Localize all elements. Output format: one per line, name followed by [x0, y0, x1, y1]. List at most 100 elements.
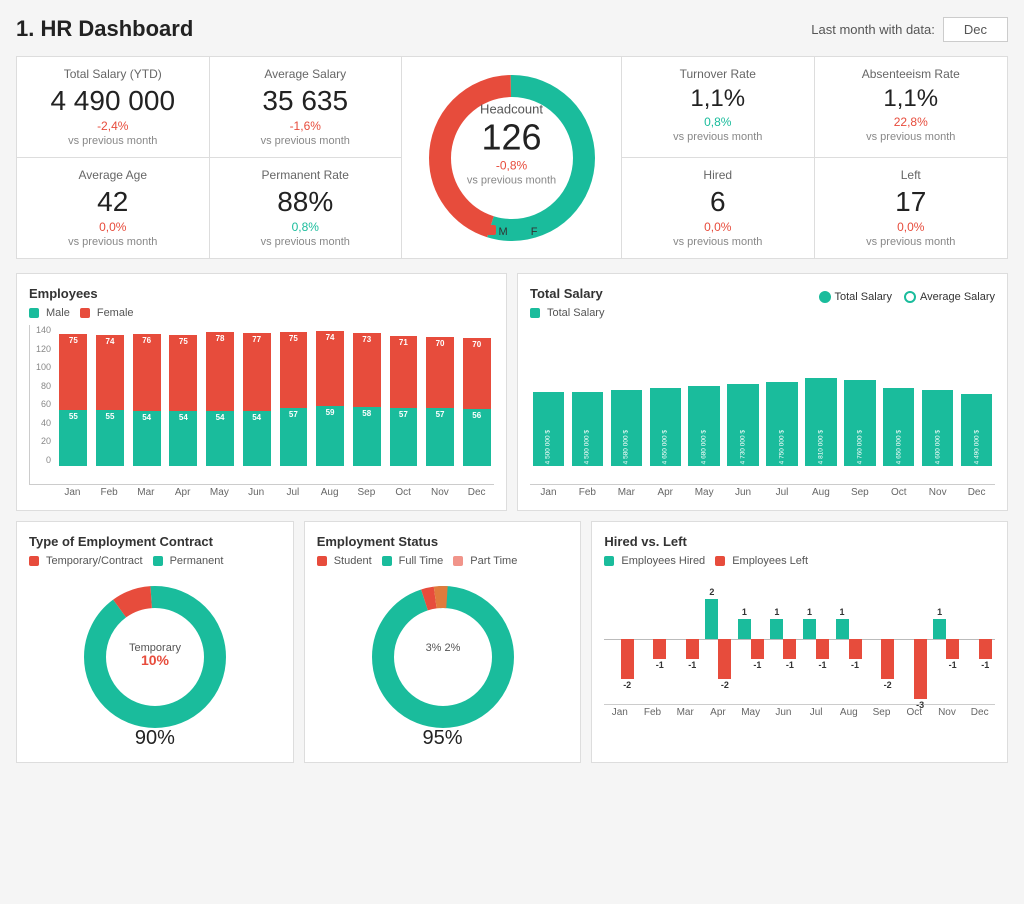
last-month-value[interactable]: Dec [943, 17, 1008, 42]
kpi-left-change: 0,0% [829, 220, 994, 234]
legend-employees-left: Employees Left [715, 555, 808, 567]
headcount-donut: Headcount 126 -0,8% vs previous month M … [402, 57, 622, 258]
kpi-absenteeism-sub: vs previous month [829, 131, 994, 143]
legend-temp: Temporary/Contract [29, 555, 143, 567]
emp-bar-group: 7557 [276, 324, 311, 466]
emp-bar-group: 7854 [203, 324, 238, 466]
kpi-avg-salary-sub: vs previous month [224, 135, 388, 147]
charts-row: Employees Male Female 020406080100120140… [16, 273, 1008, 511]
salary-bar-group: 4 580 000 $ [608, 325, 645, 466]
emp-bar-group: 7459 [313, 324, 348, 466]
kpi-perm-rate-label: Permanent Rate [224, 168, 388, 182]
employees-chart-card: Employees Male Female 020406080100120140… [16, 273, 507, 511]
kpi-perm-rate-sub: vs previous month [224, 236, 388, 248]
emp-bar-group: 7555 [56, 324, 91, 466]
emp-bar-group: 7455 [93, 324, 128, 466]
salary-bar-group: 4 680 000 $ [686, 325, 723, 466]
salary-bar-group: 4 650 000 $ [647, 325, 684, 466]
salary-bar-group: 4 810 000 $ [802, 325, 839, 466]
hired-bar [770, 619, 783, 639]
hired-bar [933, 619, 946, 639]
svg-text:10%: 10% [141, 652, 170, 668]
salary-options: Total Salary Average Salary [819, 291, 996, 303]
kpi-avg-salary-value: 35 635 [224, 85, 388, 117]
salary-bar-group: 4 750 000 $ [764, 325, 801, 466]
kpi-turnover-label: Turnover Rate [636, 67, 800, 81]
kpi-perm-rate-change: 0,8% [224, 220, 388, 234]
legend-fulltime: Full Time [382, 555, 444, 567]
salary-bar-group: 4 500 000 $ [569, 325, 606, 466]
kpi-hired: Hired 6 0,0% vs previous month [622, 158, 815, 258]
left-bar [914, 639, 927, 699]
left-bar [751, 639, 764, 659]
total-salary-legend: Total Salary [530, 307, 995, 319]
hired-vs-left-legend: Employees Hired Employees Left [604, 555, 995, 567]
emp-bar-group: 7754 [239, 324, 274, 466]
kpi-turnover: Turnover Rate 1,1% 0,8% vs previous mont… [622, 57, 815, 158]
emp-bar-group: 7654 [129, 324, 164, 466]
left-bar [653, 639, 666, 659]
legend-perm: Permanent [153, 555, 224, 567]
kpi-perm-rate-value: 88% [224, 186, 388, 218]
kpi-absenteeism-change: 22,8% [829, 115, 994, 129]
bottom-row: Type of Employment Contract Temporary/Co… [16, 521, 1008, 763]
kpi-left-sub: vs previous month [829, 236, 994, 248]
kpi-total-salary-value: 4 490 000 [31, 85, 195, 117]
emp-bar-group: 7056 [459, 324, 494, 466]
left-bar [979, 639, 992, 659]
total-salary-header: Total Salary Total Salary Average Salary [530, 286, 995, 307]
employees-chart-title: Employees [29, 286, 494, 301]
employees-bar-chart: 020406080100120140 755574557654755478547… [29, 325, 494, 498]
legend-parttime: Part Time [453, 555, 517, 567]
kpi-hired-value: 6 [636, 186, 800, 218]
option-total-salary[interactable]: Total Salary [819, 291, 892, 303]
kpi-hired-change: 0,0% [636, 220, 800, 234]
total-salary-chart-card: Total Salary Total Salary Average Salary… [517, 273, 1008, 511]
hired-bar [705, 599, 718, 639]
left-bar [881, 639, 894, 679]
fulltime-pct-label: 95% [317, 727, 569, 750]
svg-text:3% 2%: 3% 2% [425, 642, 460, 654]
legend-f: F [518, 225, 538, 238]
perm-pct-label: 90% [29, 727, 281, 750]
kpi-hired-sub: vs previous month [636, 236, 800, 248]
hired-vs-left-chart: -2-1-12-21-11-11-11-1-2-31-1-1 JanFebMar… [604, 573, 995, 723]
last-month-label: Last month with data: [811, 22, 935, 37]
kpi-absenteeism-label: Absenteeism Rate [829, 67, 994, 81]
headcount-sub: vs previous month [467, 174, 556, 186]
total-salary-title: Total Salary [530, 286, 603, 301]
kpi-avg-salary: Average Salary 35 635 -1,6% vs previous … [210, 57, 403, 158]
hired-bar [803, 619, 816, 639]
salary-bar-area: 4 500 000 $4 500 000 $4 580 000 $4 650 0… [530, 325, 995, 498]
emp-bar-group: 7358 [349, 324, 384, 466]
employment-status-donut: 3% 2% [317, 577, 569, 737]
kpi-left: Left 17 0,0% vs previous month [815, 158, 1008, 258]
legend-m: M [486, 225, 508, 238]
kpi-turnover-change: 0,8% [636, 115, 800, 129]
page-title: 1. HR Dashboard [16, 16, 193, 42]
left-bar [686, 639, 699, 659]
kpi-total-salary-change: -2,4% [31, 119, 195, 133]
legend-student: Student [317, 555, 372, 567]
legend-employees-hired: Employees Hired [604, 555, 705, 567]
hired-vs-left-title: Hired vs. Left [604, 534, 995, 549]
kpi-avg-age-sub: vs previous month [31, 236, 195, 248]
option-avg-salary[interactable]: Average Salary [904, 291, 995, 303]
employment-status-card: Employment Status Student Full Time Part… [304, 521, 582, 763]
legend-total-salary: Total Salary [530, 307, 604, 319]
employment-contract-donut: Temporary 10% [29, 577, 281, 737]
salary-bar-group: 4 600 000 $ [919, 325, 956, 466]
kpi-turnover-sub: vs previous month [636, 131, 800, 143]
salary-bar-group: 4 650 000 $ [880, 325, 917, 466]
employment-contract-title: Type of Employment Contract [29, 534, 281, 549]
employment-contract-legend: Temporary/Contract Permanent [29, 555, 281, 567]
kpi-avg-age-label: Average Age [31, 168, 195, 182]
kpi-total-salary-sub: vs previous month [31, 135, 195, 147]
hired-bar [836, 619, 849, 639]
last-month-area: Last month with data: Dec [811, 17, 1008, 42]
kpi-avg-age-value: 42 [31, 186, 195, 218]
kpi-perm-rate: Permanent Rate 88% 0,8% vs previous mont… [210, 158, 403, 258]
emp-bar-group: 7554 [166, 324, 201, 466]
kpi-total-salary-label: Total Salary (YTD) [31, 67, 195, 81]
kpi-turnover-value: 1,1% [636, 85, 800, 113]
